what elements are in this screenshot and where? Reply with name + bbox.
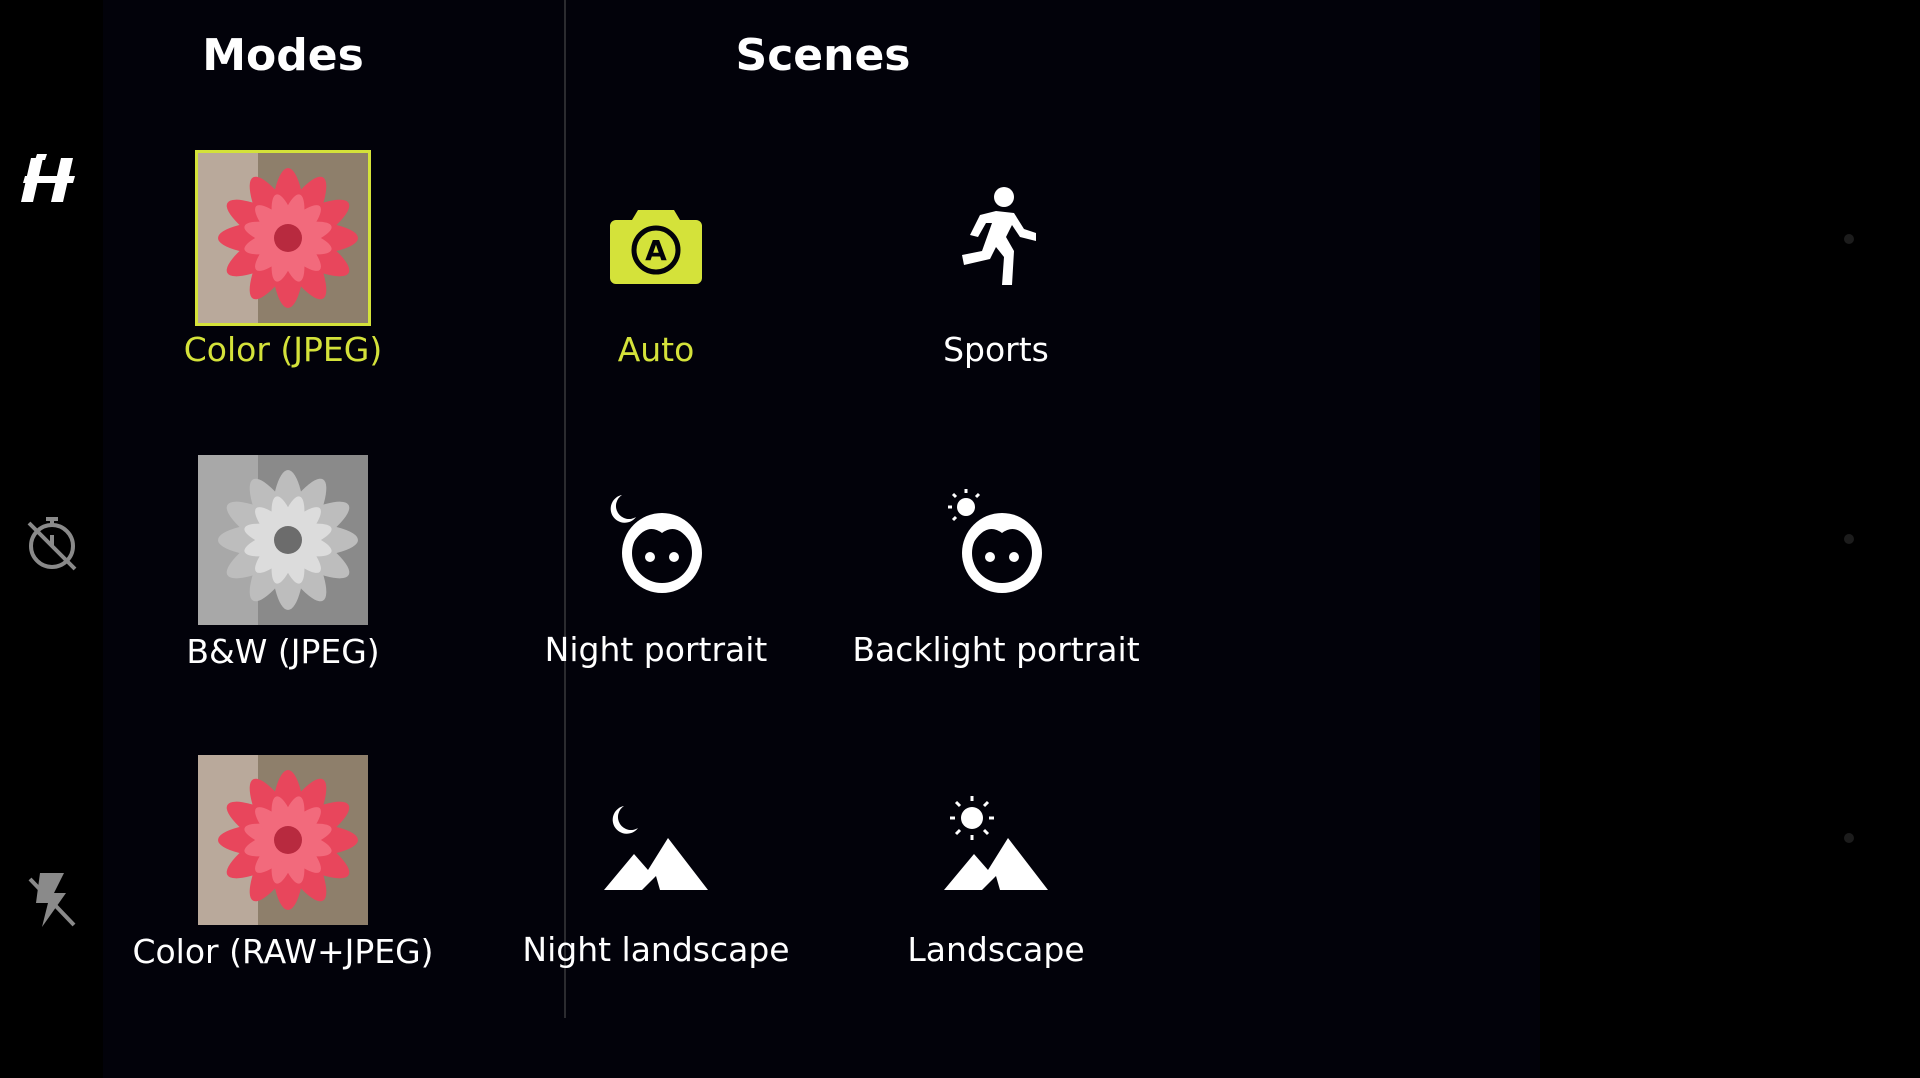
- viewfinder-area: [1540, 0, 1920, 1078]
- settings-panel: Modes Color (JPEG) B&W (JPEG) Color (RAW…: [103, 0, 1540, 1078]
- scene-label: Night landscape: [522, 930, 790, 969]
- night-portrait-icon: [591, 480, 721, 610]
- scene-item-sports[interactable]: Sports: [856, 180, 1136, 369]
- scene-label: Night portrait: [544, 630, 768, 669]
- mode-label: Color (JPEG): [183, 330, 383, 369]
- scenes-title: Scenes: [735, 30, 911, 81]
- mode-thumbnail: [195, 150, 371, 326]
- scene-label: Auto: [617, 330, 695, 369]
- page-indicator-dot[interactable]: [1844, 234, 1854, 244]
- modes-title: Modes: [202, 30, 364, 81]
- svg-text:A: A: [645, 234, 667, 267]
- scene-item-landscape[interactable]: Landscape: [856, 780, 1136, 969]
- mode-thumbnail: [195, 752, 371, 928]
- backlight-portrait-icon: [931, 480, 1061, 610]
- night-landscape-icon: [591, 780, 721, 910]
- mode-label: Color (RAW+JPEG): [132, 932, 434, 971]
- flash-off-icon[interactable]: [14, 862, 90, 938]
- mode-item-color-raw-jpeg[interactable]: Color (RAW+JPEG): [123, 752, 443, 971]
- page-indicator-dot[interactable]: [1844, 534, 1854, 544]
- mode-item-color-jpeg[interactable]: Color (JPEG): [163, 150, 403, 369]
- scene-item-night-landscape[interactable]: Night landscape: [496, 780, 816, 969]
- hasselblad-logo-icon[interactable]: [14, 142, 90, 218]
- page-indicator-dot[interactable]: [1844, 833, 1854, 843]
- left-rail: [0, 0, 103, 1078]
- timer-off-icon[interactable]: [14, 504, 90, 580]
- landscape-icon: [931, 780, 1061, 910]
- flower-image: [198, 755, 368, 925]
- flower-image: [198, 153, 368, 323]
- scene-label: Backlight portrait: [852, 630, 1140, 669]
- mode-thumbnail: [195, 452, 371, 628]
- mode-item-bw-jpeg[interactable]: B&W (JPEG): [163, 452, 403, 671]
- mode-label: B&W (JPEG): [186, 632, 380, 671]
- scene-item-night-portrait[interactable]: Night portrait: [516, 480, 796, 669]
- scene-label: Sports: [943, 330, 1049, 369]
- scene-item-auto[interactable]: A Auto: [516, 180, 796, 369]
- scene-label: Landscape: [907, 930, 1085, 969]
- auto-camera-icon: A: [591, 180, 721, 310]
- running-person-icon: [931, 180, 1061, 310]
- flower-image-bw: [198, 455, 368, 625]
- scene-item-backlight-portrait[interactable]: Backlight portrait: [836, 480, 1156, 669]
